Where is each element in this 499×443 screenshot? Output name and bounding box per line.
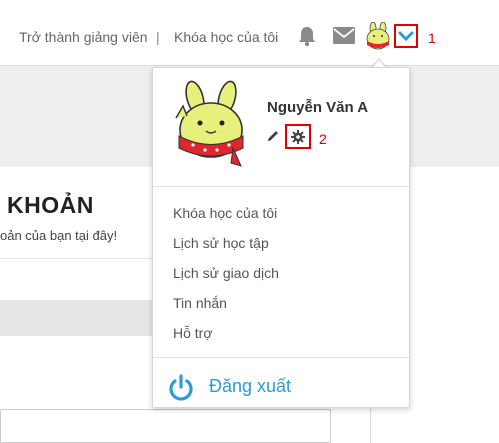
settings-button[interactable] — [285, 124, 311, 149]
my-courses-link[interactable]: Khóa học của tôi — [174, 29, 278, 45]
nav-separator: | — [156, 29, 160, 45]
top-navbar: Trở thành giảng viên | Khóa học của tôi … — [0, 0, 499, 66]
menu-item-messages[interactable]: Tin nhắn — [173, 295, 227, 311]
dropdown-divider — [153, 186, 409, 187]
avatar[interactable] — [364, 21, 392, 52]
profile-avatar — [171, 78, 249, 168]
power-icon[interactable] — [167, 374, 195, 402]
menu-item-support[interactable]: Hỗ trợ — [173, 325, 213, 341]
callout-number-1: 1 — [428, 30, 436, 46]
mail-icon[interactable] — [333, 27, 355, 49]
dropdown-divider — [153, 357, 409, 358]
page-subtitle: oản của bạn tại đây! — [0, 228, 118, 243]
callout-number-2: 2 — [319, 131, 327, 147]
logout-link[interactable]: Đăng xuất — [209, 376, 291, 397]
become-instructor-link[interactable]: Trở thành giảng viên — [19, 29, 148, 45]
pencil-icon[interactable] — [266, 129, 280, 143]
menu-item-transaction-history[interactable]: Lịch sử giao dịch — [173, 265, 279, 281]
menu-item-learning-history[interactable]: Lịch sử học tập — [173, 235, 269, 251]
user-name: Nguyễn Văn A — [267, 99, 369, 116]
account-menu-toggle[interactable] — [394, 24, 418, 48]
page-title: KHOẢN — [7, 192, 94, 218]
account-dropdown: Nguyễn Văn A 2 Khóa học của tôi Lịch sử … — [152, 67, 410, 408]
bell-icon[interactable] — [297, 25, 317, 52]
gear-icon — [291, 129, 305, 144]
text-input[interactable] — [0, 409, 331, 443]
menu-item-my-courses[interactable]: Khóa học của tôi — [173, 205, 277, 221]
chevron-down-icon — [398, 31, 414, 42]
